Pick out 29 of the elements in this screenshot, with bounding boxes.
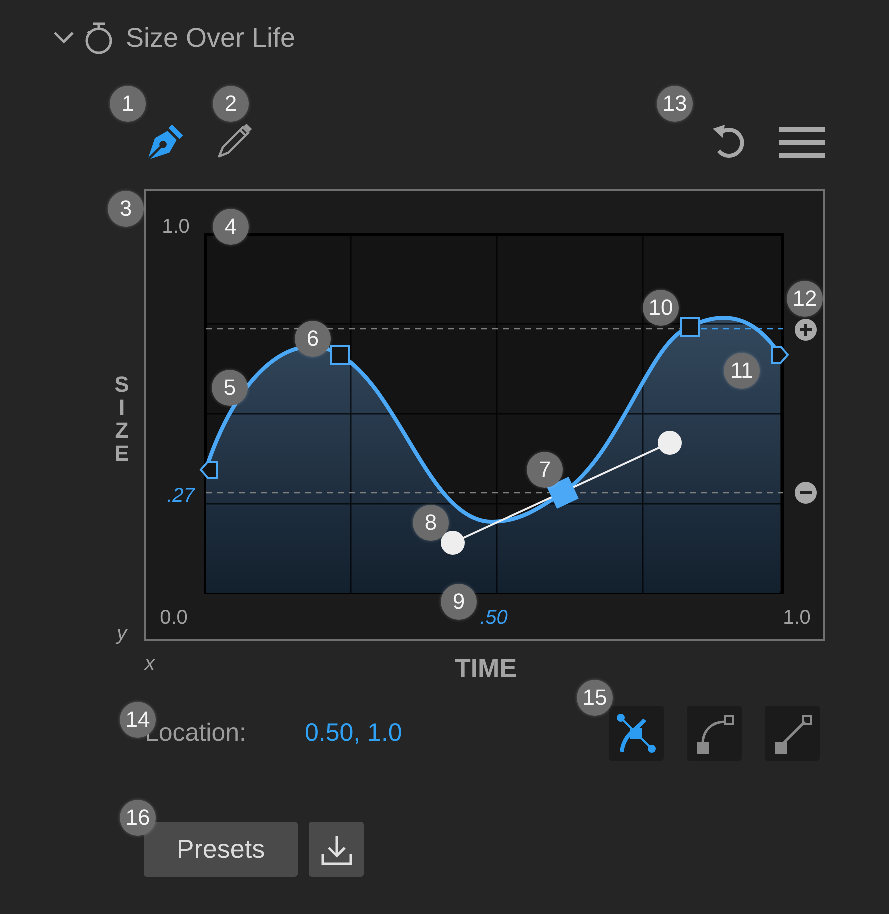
axis-value: 0.0 [160,607,188,629]
plus-icon[interactable] [795,319,817,341]
callout-number: 13 [657,86,693,122]
bezier-interpolation-button[interactable] [609,706,664,761]
linear-interpolation-button[interactable] [765,706,820,761]
callout-number: 1 [110,86,146,122]
axis-label: TIME [454,653,518,683]
axis-symbol: x [145,653,155,675]
callout-number: 15 [577,680,613,716]
callout-number: 3 [108,191,144,227]
axis-value: .27 [167,485,195,507]
chevron-down-icon[interactable] [52,31,76,45]
bezier-handle[interactable] [441,431,682,555]
axis-symbol: y [117,623,127,645]
pen-tool-button[interactable] [146,122,186,162]
location-value: 0.50, 1.0 [305,719,402,748]
minus-icon[interactable] [795,482,817,504]
panel-title: Size Over Life [126,22,296,54]
keyframe-handle[interactable] [330,345,350,365]
axis-value: 1.0 [162,216,190,238]
download-button[interactable] [309,822,364,877]
axis-value: .50 [480,607,508,629]
axis-value: 1.0 [783,607,811,629]
keyframe-handle[interactable] [680,317,700,337]
curve-interpolation-button[interactable] [687,706,742,761]
menu-button[interactable] [779,124,825,160]
callout-number: 16 [120,800,156,836]
axis-label: SIZE [114,372,130,466]
callout-number: 2 [213,86,249,122]
